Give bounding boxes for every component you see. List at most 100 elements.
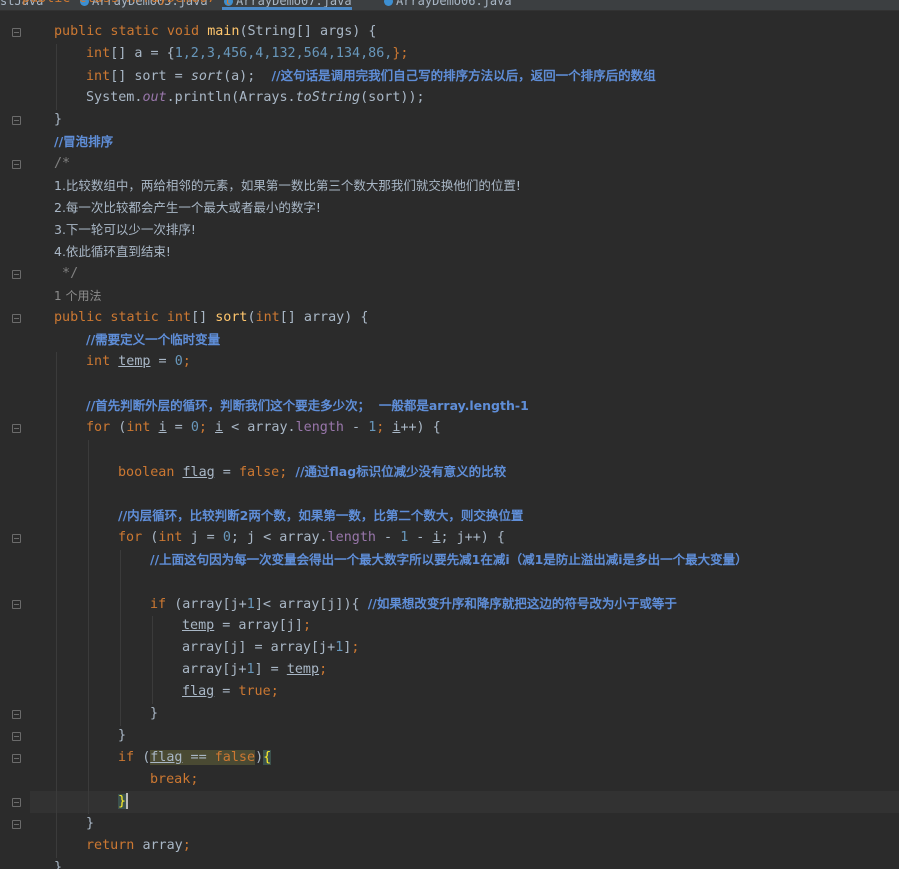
keyword: false [214, 750, 256, 765]
code-line-close-brace: } [118, 725, 126, 747]
code-text: ; [190, 772, 199, 787]
code-line-break: break; [150, 769, 198, 791]
number-literal: 0 [190, 420, 199, 435]
code-line-sort-decl: public static int[] sort(int[] array) { [54, 307, 368, 329]
code-line-block-comment: 2.每一次比较都会产生一个最大或者最小的数字! [54, 197, 321, 219]
code-text: array [142, 838, 183, 853]
code-text: } [118, 728, 127, 743]
code-line-sort-call: int[] sort = sort(a); //这句话是调用完我们自己写的排序方… [86, 65, 656, 87]
code-line-swap-2: array[j] = array[j+1]; [182, 637, 359, 659]
code-text: = [150, 354, 175, 369]
keyword: public static void [54, 24, 208, 39]
code-text: < array. [223, 420, 296, 435]
code-text: [] sort = [110, 69, 191, 84]
static-field: out [142, 90, 167, 105]
number-literal: 0 [174, 354, 183, 369]
fold-marker-icon[interactable] [12, 798, 21, 807]
method-call: toString [295, 90, 361, 105]
code-text: array[j] = array[j+ [182, 640, 336, 655]
keyword: for [86, 420, 119, 435]
line-comment: //如果想改变升序和降序就把这边的符号改为小于或等于 [367, 596, 677, 611]
fold-marker-icon[interactable] [12, 314, 21, 323]
code-text: ; [319, 662, 328, 677]
fold-marker-icon[interactable] [12, 116, 21, 125]
method-call: sort [190, 69, 224, 84]
code-text: [] a = { [110, 46, 175, 61]
code-line-close-brace: } [86, 813, 94, 835]
code-text: ) [255, 750, 264, 765]
fold-marker-icon[interactable] [12, 424, 21, 433]
line-comment: //这句话是调用完我们自己写的排序方法以后，返回一个排序后的数组 [271, 68, 656, 83]
code-line-comment-title: //冒泡排序 [54, 131, 113, 153]
code-line-block-comment-end: */ [54, 263, 78, 285]
code-text: - [408, 530, 433, 545]
fold-marker-icon[interactable] [12, 710, 21, 719]
code-line-swap-1: temp = array[j]; [182, 615, 311, 637]
block-comment: */ [54, 266, 79, 281]
code-line-flag-decl: boolean flag = false; //通过flag标识位减少没有意义的… [118, 461, 506, 483]
variable: flag [182, 684, 215, 699]
line-comment: //通过flag标识位减少没有意义的比较 [295, 464, 507, 479]
code-line-block-comment: 4.依此循环直到结束! [54, 241, 171, 263]
keyword: true [238, 684, 271, 699]
keyword: for [118, 530, 151, 545]
variable: flag [182, 465, 215, 480]
code-text: == [182, 750, 215, 765]
code-line-outer-for: for (int i = 0; i < array.length - 1; i+… [86, 417, 441, 439]
fold-marker-icon[interactable] [12, 600, 21, 609]
fold-marker-icon[interactable] [12, 534, 21, 543]
usage-count-hint[interactable]: 1 个用法 [54, 289, 101, 303]
type-keyword: int [86, 69, 111, 84]
code-text: ++) { [400, 420, 441, 435]
fold-marker-icon[interactable] [12, 820, 21, 829]
code-line-if-compare: if (array[j+1]< array[j]){ //如果想改变升序和降序就… [150, 593, 677, 615]
code-line-current: } [118, 791, 129, 813]
field: length [327, 530, 376, 545]
type-keyword: int [126, 420, 159, 435]
usage-hint[interactable]: 1 个用法 [54, 285, 101, 307]
code-line-println: System.out.println(Arrays.toString(sort)… [86, 87, 425, 109]
code-line-flag-true: flag = true; [182, 681, 279, 703]
code-line-close-brace: } [54, 109, 62, 131]
keyword: break [150, 772, 191, 787]
block-comment: 1.比较数组中，两给相邻的元素，如果第一数比第三个数大那我们就交换他们的位置! [54, 178, 521, 193]
line-comment: //需要定义一个临时变量 [86, 332, 221, 347]
variable: i [215, 420, 224, 435]
fold-marker-icon[interactable] [12, 270, 21, 279]
code-line-close-brace: } [150, 703, 158, 725]
code-text: [] [191, 310, 216, 325]
code-text: ( [247, 310, 256, 325]
code-text: ; [302, 618, 311, 633]
code-text: ; j++) { [440, 530, 506, 545]
code-text: } [54, 860, 63, 869]
type-keyword: int [166, 310, 192, 325]
code-line-comment: //上面这句因为每一次变量会得出一个最大数字所以要先减1在减i（减1是防止溢出减… [150, 549, 748, 571]
keyword: if [150, 597, 175, 612]
code-line-if-flag: if (flag == false){ [118, 747, 272, 769]
variable: temp [286, 662, 320, 677]
code-editor[interactable]: public class ArrayDemo07 { public static… [22, 0, 899, 869]
fold-marker-icon[interactable] [12, 754, 21, 763]
code-text: [] array) { [279, 310, 369, 325]
line-comment: //首先判断外层的循环，判断我们这个要走多少次； 一般都是array.lengt… [86, 398, 529, 413]
code-text: ]< array[j]){ [254, 597, 368, 612]
code-text: j = [190, 530, 223, 545]
block-comment: 3.下一轮可以少一次排序! [54, 222, 196, 237]
code-text: ; j < array. [230, 530, 328, 545]
code-line-block-comment: 3.下一轮可以少一次排序! [54, 219, 196, 241]
code-text: ; [182, 838, 191, 853]
number-literal: 0 [222, 530, 231, 545]
code-text: ; [351, 640, 360, 655]
code-text: = [214, 465, 239, 480]
fold-marker-icon[interactable] [12, 160, 21, 169]
method-name: sort [215, 310, 248, 325]
type-keyword: int [158, 530, 191, 545]
fold-marker-icon[interactable] [12, 732, 21, 741]
line-comment: //内层循环，比较判断2两个数，如果第一数，比第二个数大，则交换位置 [118, 508, 524, 523]
number-literals: 1,2,3,456,4,132,564,134,86, [174, 46, 393, 61]
number-literal: 1 [246, 662, 255, 677]
type-keyword: boolean [118, 465, 183, 480]
code-text: (a); [223, 69, 272, 84]
fold-marker-icon[interactable] [12, 28, 21, 37]
code-text: ; [270, 684, 279, 699]
